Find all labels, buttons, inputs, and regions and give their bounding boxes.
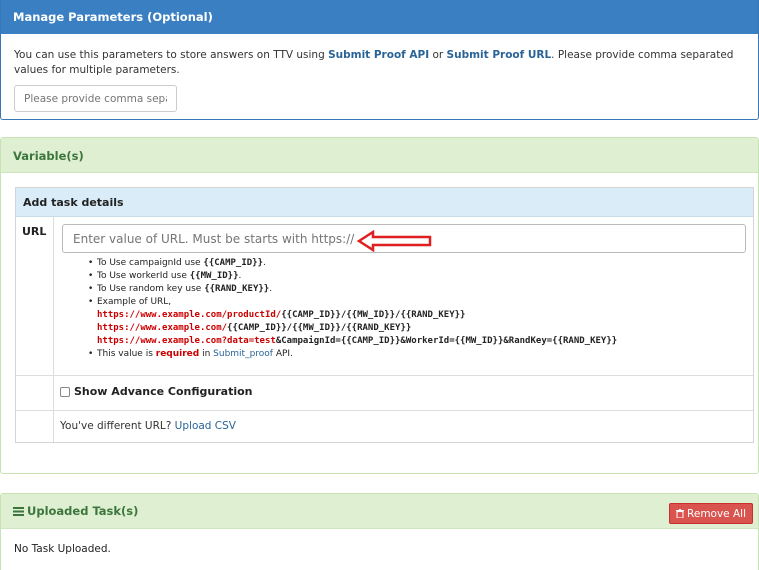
remove-all-button[interactable]: Remove All bbox=[669, 503, 753, 524]
hint-campaign-id: To Use campaignId use {{CAMP_ID}}. bbox=[88, 257, 617, 270]
task-details-title: Add task details bbox=[16, 188, 753, 217]
hint-text: API. bbox=[272, 349, 293, 359]
csv-empty-cell bbox=[16, 411, 54, 442]
example-url-1: https://www.example.com/productId/{{CAMP… bbox=[88, 309, 617, 322]
submit-proof-link[interactable]: Submit_proof bbox=[213, 349, 273, 359]
variables-panel: Variable(s) Add task details URL To Use … bbox=[0, 137, 759, 474]
submit-proof-api-link[interactable]: Submit Proof API bbox=[328, 49, 429, 61]
submit-proof-url-link[interactable]: Submit Proof URL bbox=[447, 49, 552, 61]
upload-csv-text: You've different URL? Upload CSV bbox=[54, 411, 753, 441]
hint-text: in bbox=[199, 349, 214, 359]
manage-desc-mid: or bbox=[429, 49, 447, 61]
example-url-base: https://www.example.com/ bbox=[97, 323, 228, 333]
required-text: required bbox=[155, 349, 200, 359]
advance-config-row: Show Advance Configuration bbox=[16, 376, 753, 411]
task-details-table: Add task details URL To Use campaignId u… bbox=[15, 187, 754, 443]
list-icon bbox=[13, 506, 24, 516]
hint-text: Example of URL, bbox=[97, 297, 172, 307]
uploaded-tasks-title: Uploaded Task(s) bbox=[27, 504, 139, 518]
hint-code: {{CAMP_ID}} bbox=[203, 258, 264, 268]
hint-text: To Use workerId use bbox=[97, 271, 190, 281]
manage-parameters-title: Manage Parameters (Optional) bbox=[1, 0, 758, 34]
hint-random-key: To Use random key use {{RAND_KEY}}. bbox=[88, 283, 617, 296]
uploaded-tasks-heading: Uploaded Task(s) bbox=[1, 494, 758, 529]
example-url-params: &CampaignId={{CAMP_ID}}&WorkerId={{MW_ID… bbox=[275, 336, 618, 346]
example-url-params: {{CAMP_ID}}/{{MW_ID}}/{{RAND_KEY}} bbox=[281, 310, 466, 320]
url-label-cell: URL bbox=[16, 217, 54, 375]
hint-required: This value is required in Submit_proof A… bbox=[88, 348, 617, 361]
manage-parameters-panel: Manage Parameters (Optional) You can use… bbox=[0, 0, 759, 120]
hint-code: {{RAND_KEY}} bbox=[204, 284, 270, 294]
trash-icon bbox=[676, 509, 685, 518]
upload-csv-row: You've different URL? Upload CSV bbox=[16, 411, 753, 442]
left-arrow-annotation-icon bbox=[356, 230, 432, 252]
example-url-2: https://www.example.com/{{CAMP_ID}}/{{MW… bbox=[88, 322, 617, 335]
example-url-3: https://www.example.com?data=test&Campai… bbox=[88, 335, 617, 348]
upload-csv-link[interactable]: Upload CSV bbox=[175, 420, 236, 432]
csv-prompt: You've different URL? bbox=[60, 420, 175, 432]
csv-cell: You've different URL? Upload CSV bbox=[54, 411, 753, 441]
variables-title: Variable(s) bbox=[1, 138, 758, 173]
remove-all-label: Remove All bbox=[687, 507, 746, 520]
url-label: URL bbox=[22, 225, 47, 238]
hint-example-heading: Example of URL, bbox=[88, 296, 617, 309]
parameters-input[interactable] bbox=[14, 85, 177, 112]
manage-parameters-body: You can use this parameters to store ans… bbox=[1, 34, 758, 112]
example-url-base: https://www.example.com?data=test bbox=[97, 336, 276, 346]
manage-desc-pre: You can use this parameters to store ans… bbox=[14, 49, 329, 61]
uploaded-tasks-panel: Uploaded Task(s) Remove All No Task Uplo… bbox=[0, 493, 759, 570]
no-task-message: No Task Uploaded. bbox=[14, 543, 111, 555]
hint-worker-id: To Use workerId use {{MW_ID}}. bbox=[88, 270, 617, 283]
hint-text: This value is bbox=[97, 349, 156, 359]
hint-text: To Use random key use bbox=[97, 284, 205, 294]
hint-text: To Use campaignId use bbox=[97, 258, 204, 268]
advance-config-checkbox[interactable] bbox=[60, 386, 70, 397]
advance-cell: Show Advance Configuration bbox=[54, 376, 753, 407]
example-url-base: https://www.example.com/productId/ bbox=[97, 310, 282, 320]
advance-config-toggle[interactable]: Show Advance Configuration bbox=[54, 376, 753, 407]
hint-code: {{MW_ID}} bbox=[189, 271, 239, 281]
url-hints-list: To Use campaignId use {{CAMP_ID}}. To Us… bbox=[88, 257, 617, 361]
advance-config-label: Show Advance Configuration bbox=[74, 385, 253, 398]
advance-empty-cell bbox=[16, 376, 54, 410]
example-url-params: {{CAMP_ID}}/{{MW_ID}}/{{RAND_KEY}} bbox=[227, 323, 412, 333]
